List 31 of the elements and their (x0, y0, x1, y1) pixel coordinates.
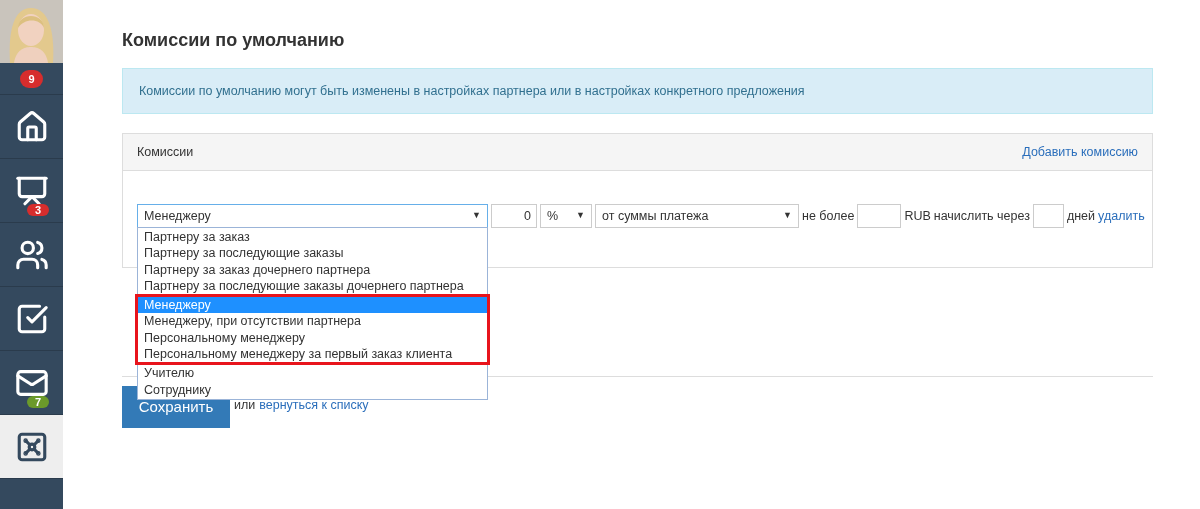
dropdown-option[interactable]: Персональному менеджеру за первый заказ клиента (135, 346, 490, 366)
dropdown-option[interactable]: Партнеру за заказ дочернего партнера (138, 261, 487, 278)
delete-link[interactable]: удалить (1098, 206, 1145, 226)
delay-label: начислить через (933, 207, 1030, 225)
panel-title: Комиссии (137, 143, 194, 161)
add-commission-link[interactable]: Добавить комиссию (1022, 142, 1138, 162)
unit-select[interactable]: % ▼ (540, 204, 592, 228)
max-label: не более (802, 207, 855, 225)
page-title: Комиссии по умолчанию (122, 29, 346, 52)
sidebar-item[interactable] (0, 415, 63, 479)
count-badge: 3 (27, 204, 50, 216)
or-label: или (234, 396, 256, 414)
caret-icon: ▼ (472, 209, 481, 223)
amount-field[interactable]: 0 (491, 204, 537, 228)
dropdown-option[interactable]: Менеджеру, при отсутствии партнера (135, 313, 490, 330)
dropdown-option[interactable]: Партнеру за последующие заказы (138, 245, 487, 262)
count-badge: 9 (20, 69, 43, 88)
dropdown-option[interactable]: Учителю (138, 365, 487, 382)
max-field[interactable] (857, 204, 902, 228)
days-field[interactable] (1032, 204, 1064, 228)
caret-icon: ▼ (576, 209, 585, 223)
base-select[interactable]: от суммы платежа ▼ (595, 204, 799, 228)
currency-label: RUB (904, 207, 931, 225)
back-to-list-link[interactable]: вернуться к списку (259, 395, 369, 415)
count-badge: 7 (27, 396, 50, 408)
days-label: дней (1066, 207, 1096, 225)
info-message: Комиссии по умолчанию могут быть изменены в настройках партнера или в настройках конкретного предложения (122, 68, 1153, 114)
caret-icon: ▼ (783, 209, 792, 223)
dropdown-option[interactable]: Партнеру за последующие заказы дочернего партнера (138, 277, 487, 295)
dropdown-option[interactable]: Персональному менеджеру (135, 329, 490, 347)
dropdown-option[interactable]: Партнеру за заказ (138, 229, 487, 246)
